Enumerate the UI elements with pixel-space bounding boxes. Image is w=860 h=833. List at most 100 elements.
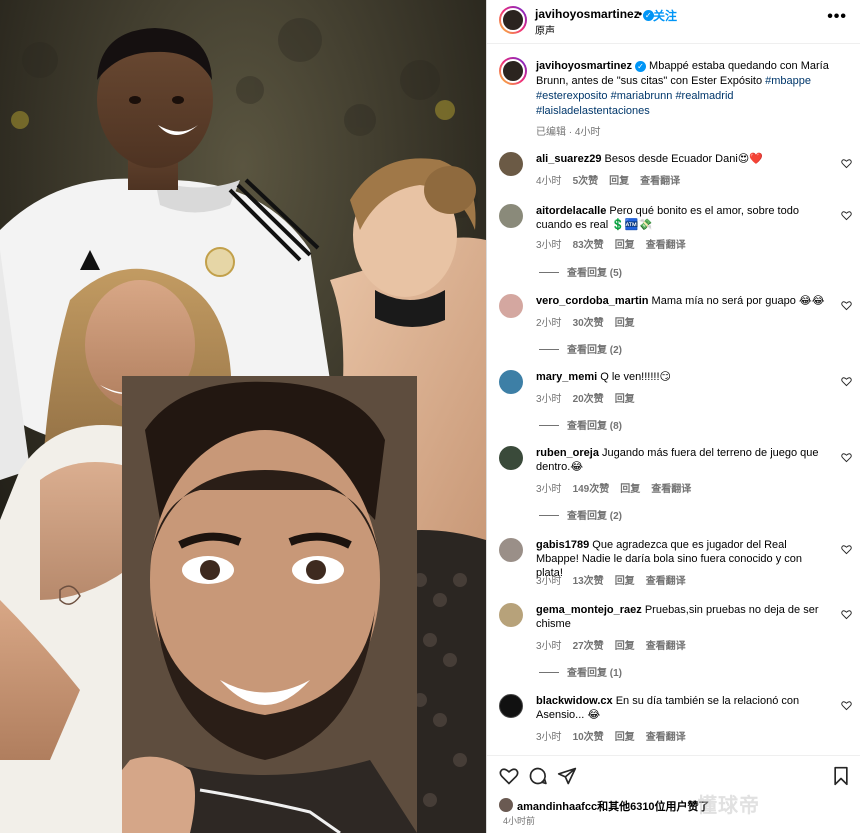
comment-time: 3小时 [536, 641, 562, 652]
hashtag-link[interactable]: #mariabrunn [611, 90, 673, 102]
commenter-username[interactable]: gema_montejo_raez [536, 604, 642, 616]
reply-button[interactable]: 回复 [615, 576, 635, 587]
commenter-username[interactable]: gabis1789 [536, 539, 589, 551]
heart-icon[interactable] [841, 700, 852, 711]
comment-time: 2小时 [536, 318, 562, 329]
post-image [0, 0, 486, 833]
commenter-username[interactable]: vero_cordoba_martin [536, 295, 648, 307]
comment-body: ali_suarez29 Besos desde Ecuador Dani😍❤️ [536, 152, 828, 166]
reply-button[interactable]: 回复 [615, 641, 635, 652]
view-replies-button[interactable]: 查看回复 (5) [539, 264, 622, 279]
commenter-avatar[interactable] [499, 446, 523, 470]
hashtag-link[interactable]: #realmadrid [675, 90, 733, 102]
comments-scroll-area[interactable]: javihoyosmartinez ✓ Mbappé estaba quedand… [487, 45, 860, 755]
comment-info: 3小时 13次赞 回复 查看翻译 [536, 572, 697, 587]
reply-button[interactable]: 回复 [620, 484, 640, 495]
comment-likes[interactable]: 83次赞 [573, 240, 604, 251]
follow-button[interactable]: 关注 [653, 7, 677, 24]
translate-button[interactable]: 查看翻译 [646, 732, 686, 743]
post-media[interactable] [0, 0, 486, 833]
heart-icon[interactable] [841, 544, 852, 555]
watermark: 懂球帝 [697, 795, 760, 817]
likes-summary[interactable]: amandinhaafcc和其他6310位用户赞了 [517, 798, 710, 814]
commenter-avatar[interactable] [499, 370, 523, 394]
share-icon[interactable] [557, 766, 577, 786]
reply-button[interactable]: 回复 [615, 318, 635, 329]
hashtag-link[interactable]: #esterexposito [536, 90, 608, 102]
comment-likes[interactable]: 20次赞 [573, 394, 604, 405]
comment-likes[interactable]: 27次赞 [573, 641, 604, 652]
commenter-username[interactable]: blackwidow.cx [536, 695, 613, 707]
commenter-avatar[interactable] [499, 152, 523, 176]
reply-button[interactable]: 回复 [615, 394, 635, 405]
heart-icon[interactable] [841, 452, 852, 463]
comment-info: 3小时 149次赞 回复 查看翻译 [536, 480, 702, 495]
author-username[interactable]: javihoyosmartinez ✓ [535, 7, 654, 21]
heart-icon[interactable] [841, 210, 852, 221]
reply-button[interactable]: 回复 [615, 240, 635, 251]
comment-text: Mama mía no será por guapo 😂😂 [651, 295, 825, 307]
reply-button[interactable]: 回复 [609, 176, 629, 187]
heart-icon[interactable] [841, 609, 852, 620]
view-replies-button[interactable]: 查看回复 (2) [539, 507, 622, 522]
comment-likes[interactable]: 10次赞 [573, 732, 604, 743]
comment-body: mary_memi Q le ven!!!!!!😏 [536, 370, 828, 384]
heart-icon[interactable] [841, 376, 852, 387]
comment-body: vero_cordoba_martin Mama mía no será por… [536, 294, 828, 308]
bookmark-icon[interactable] [831, 766, 851, 786]
more-options-icon[interactable]: ••• [827, 8, 847, 26]
post-caption: javihoyosmartinez ✓ Mbappé estaba quedand… [536, 59, 848, 119]
post-panel: javihoyosmartinez ✓ • 关注 原声 ••• javihoyos… [486, 0, 860, 833]
view-replies-button[interactable]: 查看回复 (2) [539, 341, 622, 356]
translate-button[interactable]: 查看翻译 [646, 240, 686, 251]
post-header: javihoyosmartinez ✓ • 关注 原声 ••• [487, 0, 860, 44]
commenter-avatar[interactable] [499, 603, 523, 627]
commenter-username[interactable]: aitordelacalle [536, 205, 606, 217]
heart-icon[interactable] [499, 766, 519, 786]
heart-icon[interactable] [841, 300, 852, 311]
view-replies-button[interactable]: 查看回复 (8) [539, 417, 622, 432]
comment-likes[interactable]: 30次赞 [573, 318, 604, 329]
commenter-avatar[interactable] [499, 694, 523, 718]
comment-likes[interactable]: 5次赞 [573, 176, 599, 187]
translate-button[interactable]: 查看翻译 [651, 484, 691, 495]
comment-time: 3小时 [536, 732, 562, 743]
comment-body: blackwidow.cx En su día también se la re… [536, 694, 828, 722]
comment-info: 2小时 30次赞 回复 [536, 314, 646, 329]
comment-info: 3小时 27次赞 回复 查看翻译 [536, 637, 697, 652]
commenter-avatar[interactable] [499, 204, 523, 228]
caption-username[interactable]: javihoyosmartinez [536, 60, 632, 72]
commenter-avatar[interactable] [499, 538, 523, 562]
comment-time: 4小时 [536, 176, 562, 187]
reply-button[interactable]: 回复 [615, 732, 635, 743]
author-avatar[interactable] [499, 6, 527, 34]
hashtag-link[interactable]: #laisladelastentaciones [536, 105, 650, 117]
liker-avatar[interactable] [499, 798, 513, 812]
view-replies-button[interactable]: 查看回复 (1) [539, 664, 622, 679]
comment-icon[interactable] [528, 766, 548, 786]
audio-label[interactable]: 原声 [535, 22, 555, 37]
comment-body: gema_montejo_raez Pruebas,sin pruebas no… [536, 603, 828, 631]
commenter-username[interactable]: ruben_oreja [536, 447, 599, 459]
translate-button[interactable]: 查看翻译 [640, 176, 680, 187]
commenter-username[interactable]: mary_memi [536, 371, 597, 383]
post-time: 4小时前 [503, 816, 536, 826]
man-face-inset [122, 376, 417, 833]
commenter-avatar[interactable] [499, 294, 523, 318]
verified-icon: ✓ [634, 61, 646, 72]
comment-body: ruben_oreja Jugando más fuera del terren… [536, 446, 828, 474]
translate-button[interactable]: 查看翻译 [646, 576, 686, 587]
comment-likes[interactable]: 13次赞 [573, 576, 604, 587]
caption-avatar[interactable] [499, 57, 527, 85]
comment-body: aitordelacalle Pero qué bonito es el amo… [536, 204, 828, 232]
hashtag-link[interactable]: #mbappe [765, 75, 811, 87]
comment-time: 3小时 [536, 240, 562, 251]
heart-icon[interactable] [841, 158, 852, 169]
translate-button[interactable]: 查看翻译 [646, 641, 686, 652]
comment-info: 3小时 20次赞 回复 [536, 390, 646, 405]
comment-likes[interactable]: 149次赞 [573, 484, 610, 495]
comment-text: Q le ven!!!!!!😏 [600, 371, 671, 383]
post-actions: amandinhaafcc和其他6310位用户赞了 4小时前 懂球帝 [487, 755, 860, 833]
commenter-username[interactable]: ali_suarez29 [536, 153, 601, 165]
caption-meta: 已编辑 · 4小时 [536, 127, 601, 138]
